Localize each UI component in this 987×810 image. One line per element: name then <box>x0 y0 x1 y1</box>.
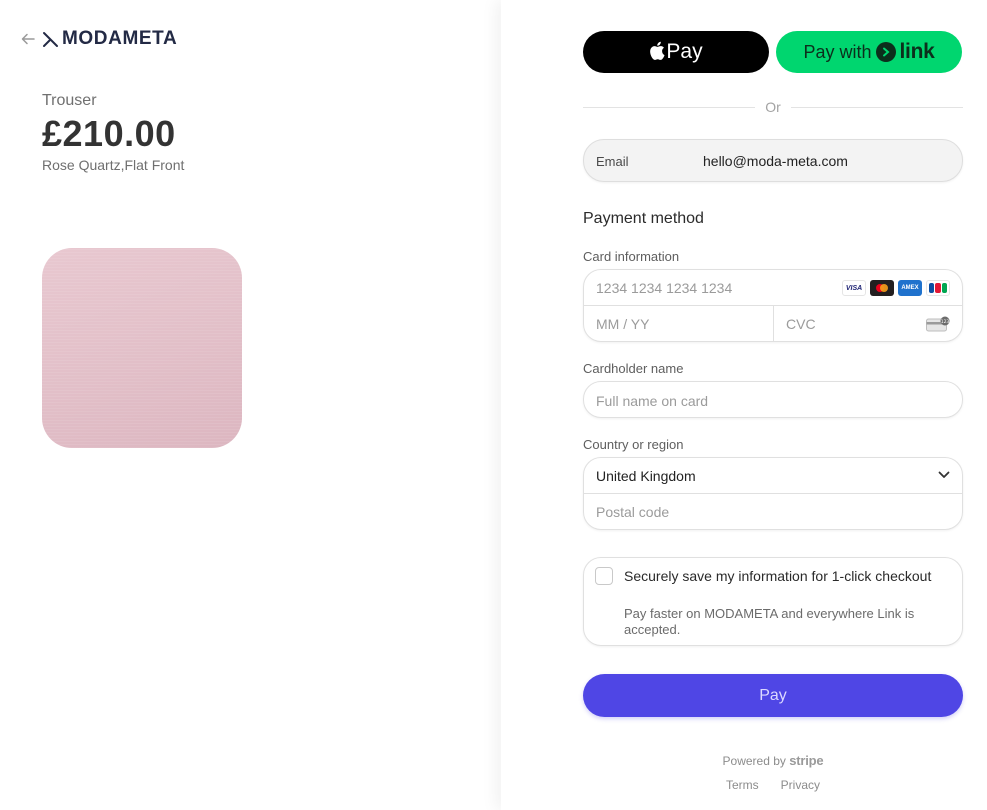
card-number-placeholder: 1234 1234 1234 1234 <box>596 280 733 296</box>
divider-line <box>790 106 963 108</box>
postal-code-input[interactable]: Postal code <box>584 494 962 529</box>
link-pay-button[interactable]: Pay with link <box>776 31 962 73</box>
jcb-icon <box>926 280 950 296</box>
footer-links: Terms Privacy <box>583 778 963 792</box>
pay-button[interactable]: Pay <box>583 674 963 717</box>
save-info-title: Securely save my information for 1-click… <box>624 568 932 584</box>
cardholder-name-label: Cardholder name <box>583 361 684 376</box>
cvc-card-icon: 123 <box>926 316 950 332</box>
payment-method-heading: Payment method <box>583 210 704 227</box>
privacy-link[interactable]: Privacy <box>781 778 820 792</box>
merchant-logo[interactable]: MODAMETA <box>42 29 177 49</box>
card-information-label: Card information <box>583 249 680 264</box>
save-info-checkbox[interactable] <box>595 567 613 585</box>
card-number-input[interactable]: 1234 1234 1234 1234 VISA AMEX <box>584 270 962 306</box>
chevron-down-icon <box>938 471 950 478</box>
svg-text:123: 123 <box>941 319 950 325</box>
cardholder-placeholder: Full name on card <box>596 393 709 409</box>
or-divider: Or <box>583 98 963 116</box>
chevron-right-icon <box>875 42 896 62</box>
arrow-left-icon[interactable] <box>20 31 36 47</box>
mastercard-icon <box>870 280 894 296</box>
country-select[interactable]: United Kingdom <box>584 458 962 494</box>
visa-icon: VISA <box>842 280 866 296</box>
save-info-description: Pay faster on MODAMETA and everywhere Li… <box>624 606 915 637</box>
or-label: Or <box>765 99 781 115</box>
merchant-name: MODAMETA <box>62 28 178 49</box>
amex-icon: AMEX <box>898 280 922 296</box>
apple-icon <box>650 41 665 60</box>
product-name: Trouser <box>42 92 97 109</box>
cvc-placeholder: CVC <box>786 316 816 332</box>
apple-pay-button[interactable]: Pay <box>583 31 769 73</box>
country-region-group: United Kingdom Postal code <box>583 457 963 530</box>
postal-code-placeholder: Postal code <box>596 504 670 520</box>
card-brands: VISA AMEX <box>842 280 950 296</box>
country-region-label: Country or region <box>583 437 684 452</box>
card-information-group: 1234 1234 1234 1234 VISA AMEX MM / YY CV… <box>583 269 963 342</box>
country-value: United Kingdom <box>596 468 696 484</box>
product-variant: Rose Quartz,Flat Front <box>42 157 185 173</box>
modameta-logo-icon <box>43 31 58 47</box>
email-value: hello@moda-meta.com <box>703 153 848 169</box>
email-field[interactable]: Email hello@moda-meta.com <box>583 139 963 182</box>
save-info-option: Securely save my information for 1-click… <box>583 557 963 646</box>
powered-by-text: Powered by <box>722 754 786 768</box>
apple-pay-label: Pay <box>666 40 703 63</box>
expiry-input[interactable]: MM / YY <box>584 306 774 341</box>
link-pay-prefix: Pay with <box>803 41 872 62</box>
product-image <box>42 248 242 448</box>
expiry-placeholder: MM / YY <box>596 316 650 332</box>
cvc-input[interactable]: CVC 123 <box>774 306 962 341</box>
order-summary-panel: MODAMETA Trouser £210.00 Rose Quartz,Fla… <box>0 0 501 810</box>
cardholder-name-input[interactable]: Full name on card <box>583 381 963 418</box>
stripe-logo[interactable]: stripe <box>789 753 823 768</box>
pay-button-label: Pay <box>759 686 787 704</box>
link-brand-word: link <box>899 40 935 63</box>
product-price: £210.00 <box>42 113 176 154</box>
terms-link[interactable]: Terms <box>726 778 759 792</box>
divider-line <box>583 106 756 108</box>
payment-panel: Pay Pay with link Or Email hello@moda-me… <box>501 0 987 810</box>
email-label: Email <box>596 154 629 169</box>
powered-by: Powered by stripe <box>583 753 963 768</box>
